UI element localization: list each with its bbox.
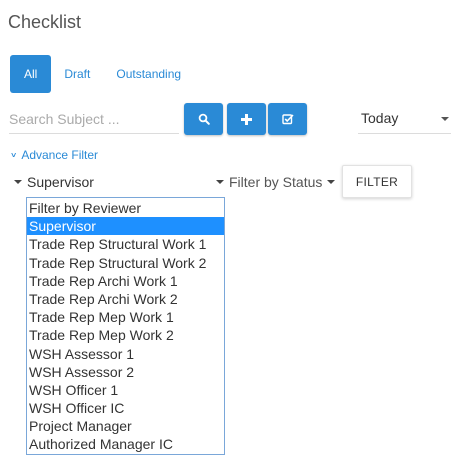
checkbox-icon — [281, 114, 294, 125]
reviewer-select[interactable]: Supervisor — [14, 170, 224, 194]
search-input[interactable] — [9, 104, 179, 134]
search-icon — [198, 113, 210, 125]
dropdown-option[interactable]: WSH Assessor 2 — [27, 363, 224, 381]
dropdown-option[interactable]: Trade Rep Structural Work 1 — [27, 235, 224, 253]
dropdown-option[interactable]: WSH Officer IC — [27, 399, 224, 417]
dropdown-option[interactable]: Trade Rep Mep Work 1 — [27, 308, 224, 326]
checklist-button[interactable] — [268, 103, 307, 135]
add-button[interactable] — [227, 103, 266, 135]
tab-all[interactable]: All — [10, 55, 52, 93]
chevron-down-icon: ∨ — [10, 151, 18, 159]
dropdown-option[interactable]: Trade Rep Mep Work 2 — [27, 326, 224, 344]
dropdown-option[interactable]: Filter by Reviewer — [27, 199, 224, 217]
dropdown-option[interactable]: Supervisor — [27, 217, 224, 236]
date-select[interactable]: Today — [358, 104, 451, 134]
dropdown-option[interactable]: WSH Officer 1 — [27, 381, 224, 399]
dropdown-option[interactable]: Authorized Manager IC — [27, 435, 224, 453]
dropdown-option[interactable]: Trade Rep Structural Work 2 — [27, 254, 224, 272]
page-title: Checklist — [8, 12, 82, 32]
status-select[interactable]: Filter by Status — [216, 170, 340, 194]
caret-down-icon — [14, 180, 22, 184]
advance-filter-toggle[interactable]: ∨ Advance Filter — [10, 148, 98, 162]
date-select-value: Today — [361, 110, 399, 126]
chevron-down-icon — [441, 117, 449, 121]
caret-down-icon — [327, 180, 336, 184]
tab-bar: All Draft Outstanding — [10, 55, 194, 93]
dropdown-option[interactable]: Trade Rep Archi Work 1 — [27, 272, 224, 290]
tab-draft[interactable]: Draft — [51, 55, 103, 93]
advance-filter-label: Advance Filter — [21, 148, 99, 162]
reviewer-select-value: Supervisor — [27, 174, 94, 190]
reviewer-dropdown-list: Filter by Reviewer Supervisor Trade Rep … — [26, 197, 225, 455]
dropdown-option[interactable]: Trade Rep Archi Work 2 — [27, 290, 224, 308]
filter-button[interactable]: FILTER — [342, 165, 412, 198]
caret-down-icon — [216, 180, 224, 184]
plus-icon — [241, 113, 252, 125]
dropdown-option[interactable]: WSH Assessor 1 — [27, 345, 224, 363]
status-select-value: Filter by Status — [229, 174, 323, 190]
dropdown-option[interactable]: Project Manager — [27, 417, 224, 435]
tab-outstanding[interactable]: Outstanding — [103, 55, 194, 93]
search-button[interactable] — [184, 103, 223, 135]
